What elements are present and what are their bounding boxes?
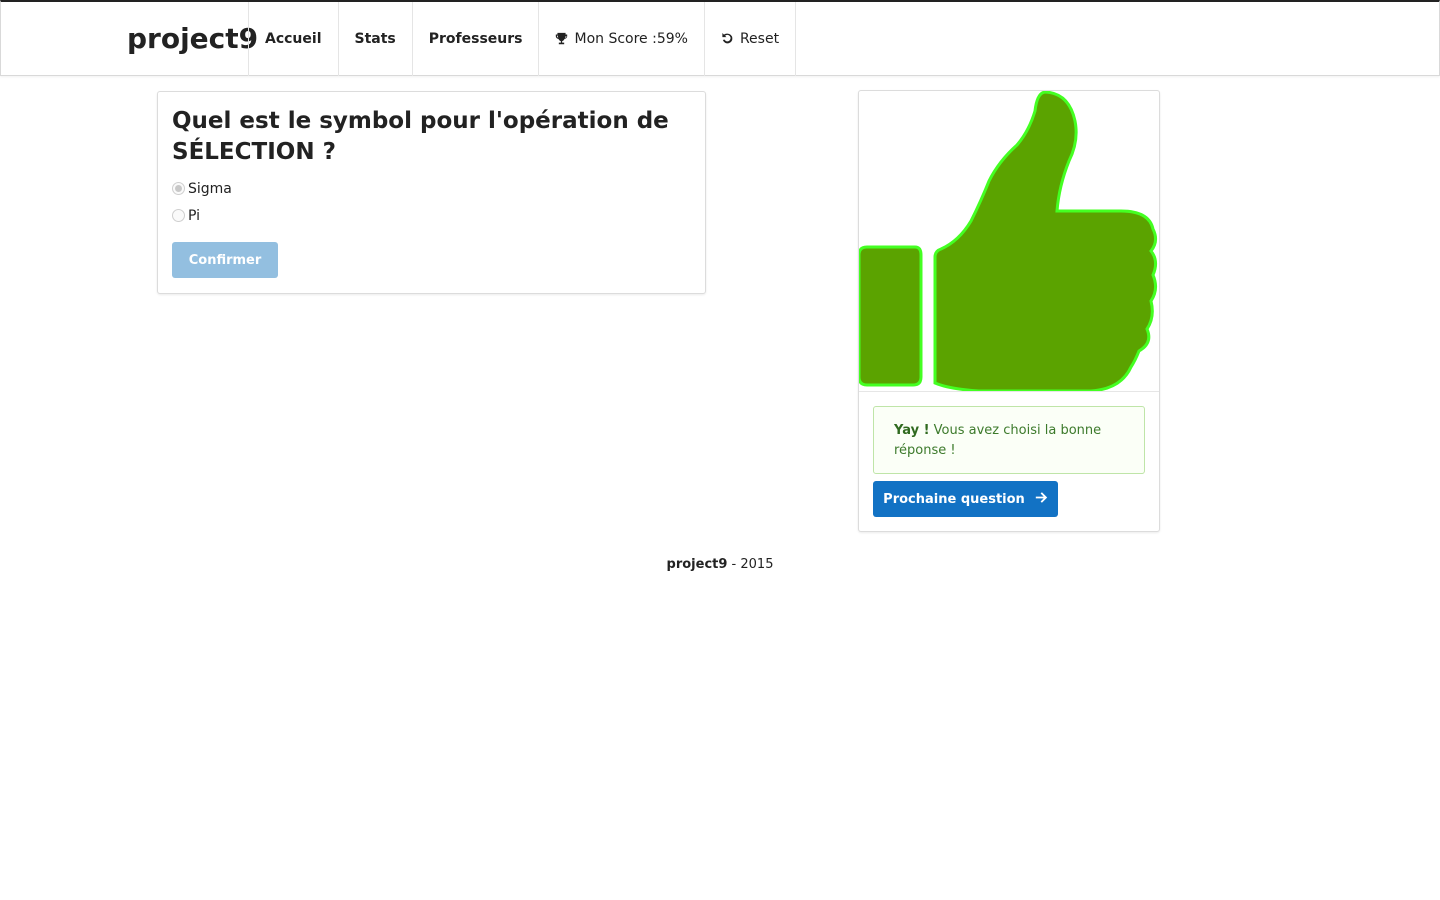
nav-item-score[interactable]: Mon Score :59%: [538, 2, 703, 76]
confirm-button[interactable]: Confirmer: [172, 242, 278, 278]
answer-options: Sigma Pi: [172, 178, 691, 232]
nav-item-label: Professeurs: [428, 31, 523, 47]
radio-pi[interactable]: [172, 209, 185, 222]
score-label: Mon Score :59%: [574, 31, 688, 47]
next-question-button[interactable]: Prochaine question: [873, 481, 1058, 517]
nav-item-label: Stats: [354, 31, 396, 47]
thumbs-up-icon: [859, 91, 1158, 391]
nav-item-accueil[interactable]: Accueil: [248, 2, 338, 76]
navbar: project9 Accueil Stats Professeurs Mon S…: [0, 0, 1440, 76]
reset-label: Reset: [739, 31, 780, 47]
thumbs-up-image: [859, 91, 1159, 392]
nav-item-label: Accueil: [265, 31, 322, 47]
success-alert: Yay ! Vous avez choisi la bonne réponse …: [873, 406, 1145, 474]
footer: project9 - 2015: [0, 557, 1440, 572]
nav-item-reset[interactable]: Reset: [703, 2, 797, 78]
arrow-right-icon: [1035, 491, 1048, 508]
reset-icon: [721, 4, 734, 78]
nav-item-stats[interactable]: Stats: [337, 2, 412, 76]
option-label: Pi: [188, 208, 201, 224]
brand-logo[interactable]: project9: [127, 2, 258, 76]
result-panel: Yay ! Vous avez choisi la bonne réponse …: [858, 90, 1160, 532]
question-title: Quel est le symbol pour l'opération de S…: [172, 108, 669, 165]
option-pi[interactable]: Pi: [172, 205, 691, 232]
radio-sigma[interactable]: [172, 182, 185, 195]
option-sigma[interactable]: Sigma: [172, 178, 691, 205]
footer-brand: project9: [666, 557, 728, 572]
question-panel: Quel est le symbol pour l'opération de S…: [157, 91, 706, 294]
nav-menu: Accueil Stats Professeurs Mon Score :59%…: [248, 2, 797, 78]
nav-item-professeurs[interactable]: Professeurs: [411, 2, 539, 76]
trophy-icon: [555, 4, 568, 78]
alert-strong: Yay !: [894, 423, 930, 438]
footer-year: - 2015: [727, 557, 774, 572]
next-question-label: Prochaine question: [883, 491, 1025, 507]
option-label: Sigma: [188, 181, 232, 197]
